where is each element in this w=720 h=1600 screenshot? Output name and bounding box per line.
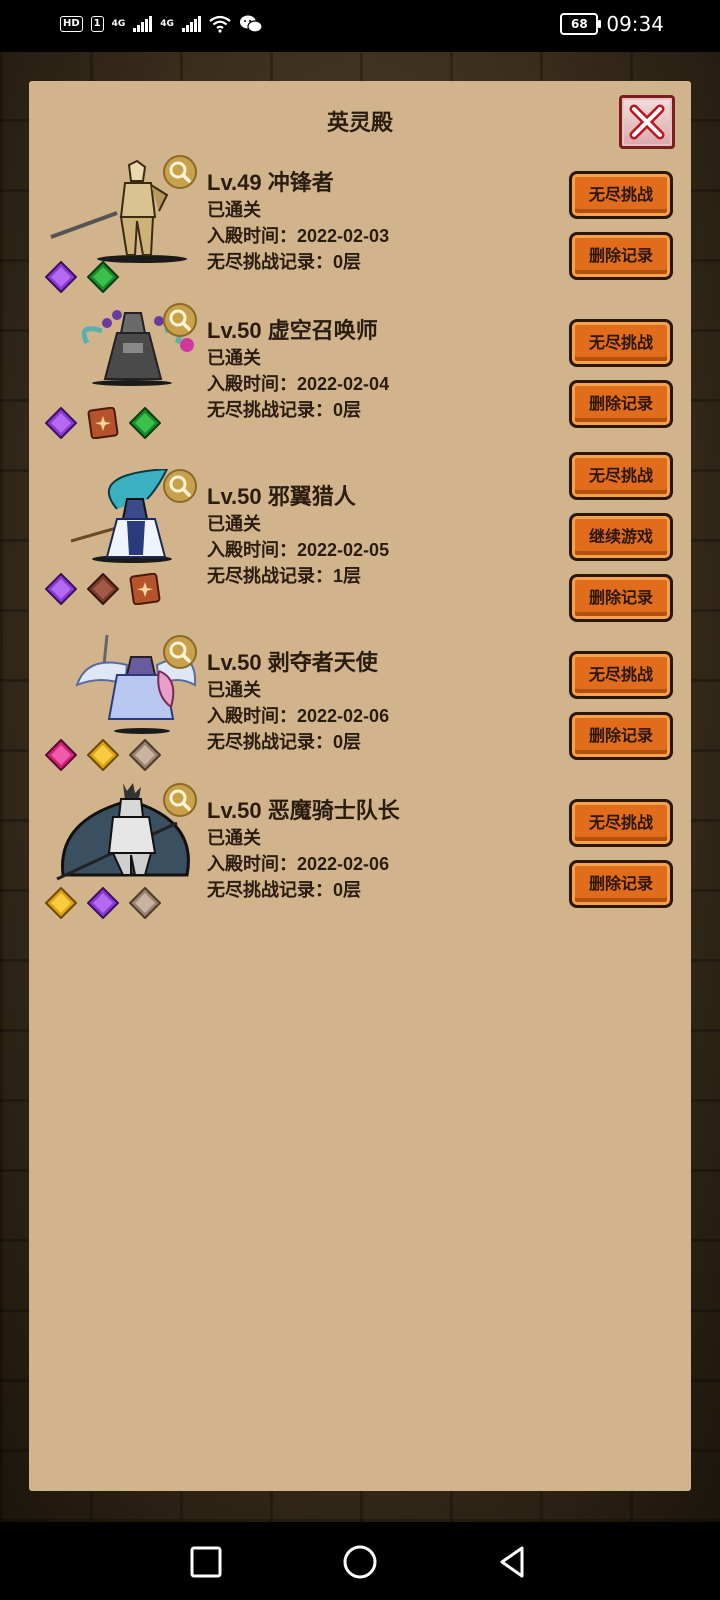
endless-challenge-button[interactable]: 无尽挑战 <box>569 452 673 500</box>
hero-name: Lv.50 虚空召唤师 <box>207 318 378 343</box>
delete-record-button[interactable]: 删除记录 <box>569 232 673 280</box>
status-bar: HD 1 4G 4G 68 09:34 <box>0 0 720 52</box>
endless-challenge-button[interactable]: 无尽挑战 <box>569 319 673 367</box>
gem-slots <box>45 261 119 293</box>
gem-slots <box>45 573 161 605</box>
close-button[interactable] <box>619 95 675 149</box>
back-icon[interactable] <box>494 1544 530 1580</box>
magnifier-icon[interactable] <box>163 303 197 337</box>
hero-endless-record: 无尽挑战记录：0层 <box>207 732 362 752</box>
pink-gem-icon <box>45 739 77 771</box>
hero-name: Lv.49 冲锋者 <box>207 170 334 195</box>
green-gem-icon <box>129 407 161 439</box>
wechat-icon <box>239 15 263 33</box>
endless-challenge-button[interactable]: 无尽挑战 <box>569 651 673 699</box>
system-nav-bar <box>0 1522 720 1600</box>
hero-endless-record: 无尽挑战记录：0层 <box>207 252 362 272</box>
gold-gem-icon <box>87 739 119 771</box>
magnifier-icon[interactable] <box>163 783 197 817</box>
hero-status: 已通关 <box>207 828 261 848</box>
hero-name: Lv.50 恶魔骑士队长 <box>207 798 400 823</box>
hero-info: Lv.49 冲锋者 已通关 入殿时间：2022-02-03 无尽挑战记录：0层 <box>207 169 389 275</box>
hero-status: 已通关 <box>207 200 261 220</box>
purple-gem-icon <box>45 407 77 439</box>
hero-entry-date: 入殿时间：2022-02-05 <box>207 540 390 560</box>
hero-status: 已通关 <box>207 680 261 700</box>
gold-gem-icon <box>45 887 77 919</box>
green-gem-icon <box>87 261 119 293</box>
clock: 09:34 <box>606 12 664 36</box>
delete-record-button[interactable]: 删除记录 <box>569 712 673 760</box>
network-label-1: 4G <box>111 19 126 29</box>
gem-slots <box>45 407 161 439</box>
continue-game-button[interactable]: 继续游戏 <box>569 513 673 561</box>
tan-gem-icon <box>129 739 161 771</box>
recent-apps-icon[interactable] <box>188 1544 224 1580</box>
magnifier-icon[interactable] <box>163 469 197 503</box>
rune-card-icon <box>129 573 161 605</box>
hero-info: Lv.50 剥夺者天使 已通关 入殿时间：2022-02-06 无尽挑战记录：0… <box>207 649 389 755</box>
brown-gem-icon <box>87 573 119 605</box>
magnifier-icon[interactable] <box>163 155 197 189</box>
status-right: 68 09:34 <box>560 12 664 36</box>
tan-gem-icon <box>129 887 161 919</box>
purple-gem-icon <box>45 261 77 293</box>
hero-info: Lv.50 恶魔骑士队长 已通关 入殿时间：2022-02-06 无尽挑战记录：… <box>207 797 400 903</box>
magnifier-icon[interactable] <box>163 635 197 669</box>
panel-title: 英灵殿 <box>326 110 393 135</box>
delete-record-button[interactable]: 删除记录 <box>569 380 673 428</box>
delete-record-button[interactable]: 删除记录 <box>569 574 673 622</box>
purple-gem-icon <box>45 573 77 605</box>
status-left: HD 1 4G 4G <box>60 14 263 34</box>
rune-card-icon <box>87 407 119 439</box>
hero-endless-record: 无尽挑战记录：1层 <box>207 566 362 586</box>
delete-record-button[interactable]: 删除记录 <box>569 860 673 908</box>
hero-entry-date: 入殿时间：2022-02-06 <box>207 854 390 874</box>
hero-entry-date: 入殿时间：2022-02-06 <box>207 706 390 726</box>
gem-slots <box>45 887 161 919</box>
close-icon <box>629 104 665 140</box>
hero-entry-date: 入殿时间：2022-02-03 <box>207 226 390 246</box>
purple-gem-icon <box>87 887 119 919</box>
wifi-icon <box>209 15 231 33</box>
home-icon[interactable] <box>342 1544 378 1580</box>
hero-name: Lv.50 邪翼猎人 <box>207 484 356 509</box>
network-label-2: 4G <box>160 19 174 29</box>
signal-icon <box>181 16 201 32</box>
hero-info: Lv.50 邪翼猎人 已通关 入殿时间：2022-02-05 无尽挑战记录：1层 <box>207 483 389 589</box>
endless-challenge-button[interactable]: 无尽挑战 <box>569 799 673 847</box>
hd-badge: HD <box>60 16 83 32</box>
hero-endless-record: 无尽挑战记录：0层 <box>207 400 362 420</box>
endless-challenge-button[interactable]: 无尽挑战 <box>569 171 673 219</box>
signal-icon <box>133 16 153 32</box>
hero-status: 已通关 <box>207 348 261 368</box>
hero-entry-date: 入殿时间：2022-02-04 <box>207 374 390 394</box>
hero-name: Lv.50 剥夺者天使 <box>207 650 378 675</box>
hero-status: 已通关 <box>207 514 261 534</box>
sim-badge: 1 <box>90 16 104 32</box>
hero-info: Lv.50 虚空召唤师 已通关 入殿时间：2022-02-04 无尽挑战记录：0… <box>207 317 389 423</box>
hero-endless-record: 无尽挑战记录：0层 <box>207 880 362 900</box>
hall-of-heroes-panel: 英灵殿 Lv.49 冲锋者 已通关 入殿时间：2022-02-03 无尽挑战记录… <box>29 81 691 1491</box>
battery-icon: 68 <box>560 13 602 35</box>
gem-slots <box>45 739 161 771</box>
